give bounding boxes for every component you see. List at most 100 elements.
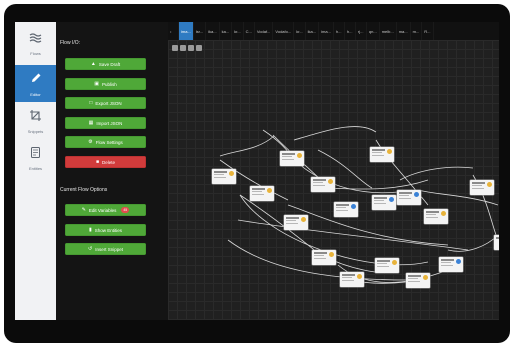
trash-icon: ■ — [95, 158, 99, 165]
flow-node[interactable] — [424, 209, 448, 224]
flow-node[interactable] — [494, 235, 499, 250]
tab-flow[interactable]: qn... — [367, 22, 380, 40]
share-icon: ↺ — [88, 245, 93, 252]
tab-flow[interactable]: Vodafo... — [273, 22, 295, 40]
flow-settings-label: Flow Settings — [95, 139, 123, 145]
insert-snippet-button[interactable]: ↺ Insert Snippet — [65, 243, 146, 255]
status-dot-icon — [357, 274, 362, 279]
sidebar-item-label: Entities — [28, 165, 43, 171]
show-entities-label: Show Entities — [94, 227, 123, 233]
tab-flow[interactable]: m... — [411, 22, 423, 40]
status-dot-icon — [456, 259, 461, 264]
import-json-label: Import JSON — [96, 120, 123, 126]
export-icon: □ — [89, 99, 93, 106]
export-json-button[interactable]: □ Export JSON — [65, 97, 146, 109]
flow-node[interactable] — [370, 147, 394, 162]
tab-flow[interactable]: h... — [334, 22, 345, 40]
flow-node[interactable] — [280, 151, 304, 166]
flow-tab-strip: • ima... lsr... ika... ka... kr... C... … — [168, 22, 499, 40]
tab-menu[interactable]: • — [168, 22, 179, 40]
edit-variables-label: Edit Variables — [88, 207, 117, 213]
tab-flow[interactable]: R... — [422, 22, 434, 40]
tab-flow[interactable]: kr... — [232, 22, 244, 40]
chart-icon: ▮ — [88, 226, 92, 233]
status-dot-icon — [423, 275, 428, 280]
edit-icon: ✎ — [81, 206, 86, 213]
app-screen: Flows Editor Snippets Entities Flow I/O:… — [15, 22, 499, 320]
flow-node[interactable] — [212, 169, 236, 184]
document-icon — [31, 145, 40, 163]
flow-panel: Flow I/O: ▲ Save Draft ▣ Publish □ Expor… — [56, 22, 168, 320]
save-draft-button[interactable]: ▲ Save Draft — [65, 58, 146, 70]
status-dot-icon — [441, 211, 446, 216]
sidebar-item-label: Flows — [30, 50, 41, 56]
flow-settings-button[interactable]: ⚙ Flow Settings — [65, 136, 146, 148]
variables-count-badge: 45 — [121, 207, 130, 213]
flow-node[interactable] — [250, 186, 274, 201]
flow-node[interactable] — [372, 195, 396, 210]
status-dot-icon — [351, 204, 356, 209]
nav-rail: Flows Editor Snippets Entities — [15, 22, 56, 320]
sidebar-item-editor[interactable]: Editor — [15, 65, 56, 102]
tab-flow[interactable]: ika... — [306, 22, 320, 40]
sidebar-item-label: Snippets — [27, 128, 44, 134]
tab-flow[interactable]: lsr... — [194, 22, 207, 40]
edit-variables-button[interactable]: ✎ Edit Variables 45 — [65, 204, 146, 216]
import-json-button[interactable]: ▦ Import JSON — [65, 117, 146, 129]
flow-node[interactable] — [340, 272, 364, 287]
flow-node[interactable] — [311, 177, 335, 192]
flow-node[interactable] — [439, 257, 463, 272]
gear-icon: ⚙ — [88, 138, 93, 145]
tab-flow[interactable]: C... — [244, 22, 255, 40]
flow-node[interactable] — [284, 215, 308, 230]
flow-node[interactable] — [334, 202, 358, 217]
status-dot-icon — [387, 149, 392, 154]
delete-button[interactable]: ■ Delete — [65, 156, 146, 168]
flow-node[interactable] — [406, 273, 430, 288]
status-dot-icon — [414, 192, 419, 197]
waves-icon — [29, 30, 42, 48]
publish-button[interactable]: ▣ Publish — [65, 78, 146, 90]
insert-snippet-label: Insert Snippet — [95, 246, 123, 252]
save-icon: ▣ — [94, 80, 99, 87]
flow-node[interactable] — [312, 250, 336, 265]
sidebar-item-entities[interactable]: Entities — [15, 139, 56, 176]
status-dot-icon — [267, 188, 272, 193]
tab-flow[interactable]: h... — [345, 22, 356, 40]
current-flow-options-title: Current Flow Options — [60, 187, 108, 193]
tab-flow[interactable]: kr... — [294, 22, 306, 40]
tab-flow[interactable]: ima... — [319, 22, 334, 40]
device-chin — [15, 320, 499, 338]
status-dot-icon — [329, 252, 334, 257]
status-dot-icon — [389, 197, 394, 202]
flow-io-title: Flow I/O: — [60, 40, 81, 46]
tab-flow[interactable]: ma... — [397, 22, 411, 40]
status-dot-icon — [229, 171, 234, 176]
crop-icon — [30, 108, 41, 126]
sidebar-item-snippets[interactable]: Snippets — [15, 102, 56, 139]
tab-flow[interactable]: ka... — [220, 22, 233, 40]
flow-node[interactable] — [375, 258, 399, 273]
flow-canvas[interactable] — [168, 40, 499, 320]
pencil-icon — [30, 71, 42, 89]
flask-icon: ▲ — [90, 60, 96, 67]
sidebar-item-label: Editor — [30, 91, 41, 97]
status-dot-icon — [487, 182, 492, 187]
export-json-label: Export JSON — [95, 100, 122, 106]
flow-node[interactable] — [397, 190, 421, 205]
save-draft-label: Save Draft — [98, 61, 121, 67]
status-dot-icon — [328, 179, 333, 184]
tab-flow[interactable]: ika... — [206, 22, 220, 40]
show-entities-button[interactable]: ▮ Show Entities — [65, 224, 146, 236]
delete-label: Delete — [102, 159, 116, 165]
flow-node[interactable] — [470, 180, 494, 195]
sidebar-item-flows[interactable]: Flows — [15, 24, 56, 61]
publish-label: Publish — [101, 81, 117, 87]
status-dot-icon — [301, 217, 306, 222]
tab-flow[interactable]: rj... — [356, 22, 367, 40]
tab-flow[interactable]: Vodaf... — [255, 22, 274, 40]
tab-flow[interactable]: ima... — [179, 22, 194, 40]
status-dot-icon — [392, 260, 397, 265]
tab-flow[interactable]: melb... — [380, 22, 397, 40]
status-dot-icon — [297, 153, 302, 158]
